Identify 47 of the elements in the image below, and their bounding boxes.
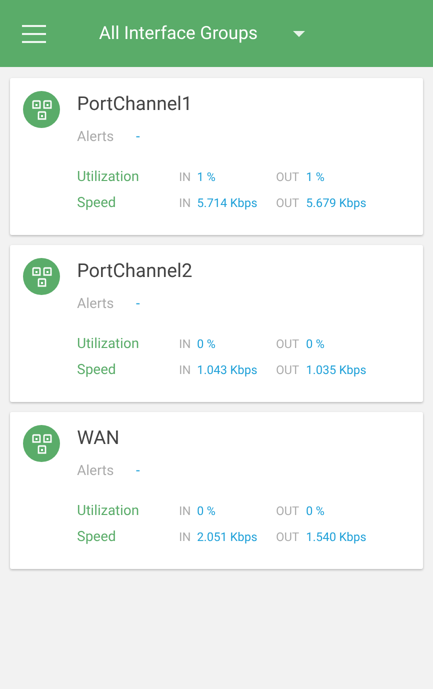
group-icon xyxy=(23,91,60,128)
in-value: 0 % xyxy=(197,336,217,353)
metric-label: Speed xyxy=(77,361,117,380)
out-label: OUT xyxy=(276,195,300,212)
out-value: 1.035 Kbps xyxy=(306,362,366,379)
out-value: 0 % xyxy=(306,503,325,520)
alerts-label: Alerts xyxy=(77,462,115,481)
out-label: OUT xyxy=(276,503,300,520)
metric-label: Utilization xyxy=(77,335,140,354)
out-label: OUT xyxy=(276,362,300,379)
out-value: 1.540 Kbps xyxy=(306,529,366,546)
metric-label: Speed xyxy=(77,528,117,547)
in-label: IN xyxy=(179,503,192,520)
out-value: 5.679 Kbps xyxy=(306,195,366,212)
group-name: WAN xyxy=(77,426,120,450)
out-value: 0 % xyxy=(306,336,325,353)
alerts-label: Alerts xyxy=(77,295,115,314)
caret-icon xyxy=(292,30,305,36)
group-name: PortChannel1 xyxy=(77,92,194,116)
metric-label: Speed xyxy=(77,194,117,213)
alerts-value: - xyxy=(136,128,140,147)
alerts-value: - xyxy=(136,462,140,481)
menu-icon[interactable] xyxy=(22,24,46,42)
metric-label: Utilization xyxy=(77,502,140,521)
in-value: 5.714 Kbps xyxy=(197,195,258,212)
in-label: IN xyxy=(179,336,192,353)
interface-group-card[interactable]: WAN Alerts - Utilization IN 0 % OUT 0 % Speed IN 2.051 Kbps OUT 1.540 Kbps xyxy=(10,412,423,569)
out-label: OUT xyxy=(276,336,300,353)
out-label: OUT xyxy=(276,529,300,546)
metric-label: Utilization xyxy=(77,168,140,187)
interface-group-card[interactable]: PortChannel2 Alerts - Utilization IN 0 % OUT 0 % Speed IN 1.043 Kbps OUT 1.035 Kbps xyxy=(10,245,423,402)
group-name: PortChannel2 xyxy=(77,259,194,283)
in-label: IN xyxy=(179,362,192,379)
out-value: 1 % xyxy=(306,169,325,186)
in-value: 1.043 Kbps xyxy=(197,362,258,379)
alerts-label: Alerts xyxy=(77,128,115,147)
in-value: 0 % xyxy=(197,503,217,520)
in-value: 1 % xyxy=(197,169,217,186)
alerts-value: - xyxy=(136,295,140,314)
interface-group-card[interactable]: PortChannel1 Alerts - Utilization IN 1 % OUT 1 % Speed IN 5.714 Kbps OUT 5.679 Kbps xyxy=(10,78,423,235)
group-icon xyxy=(23,425,60,462)
out-label: OUT xyxy=(276,169,300,186)
in-label: IN xyxy=(179,529,192,546)
in-value: 2.051 Kbps xyxy=(197,529,258,546)
in-label: IN xyxy=(179,169,192,186)
in-label: IN xyxy=(179,195,192,212)
group-icon xyxy=(23,258,60,295)
